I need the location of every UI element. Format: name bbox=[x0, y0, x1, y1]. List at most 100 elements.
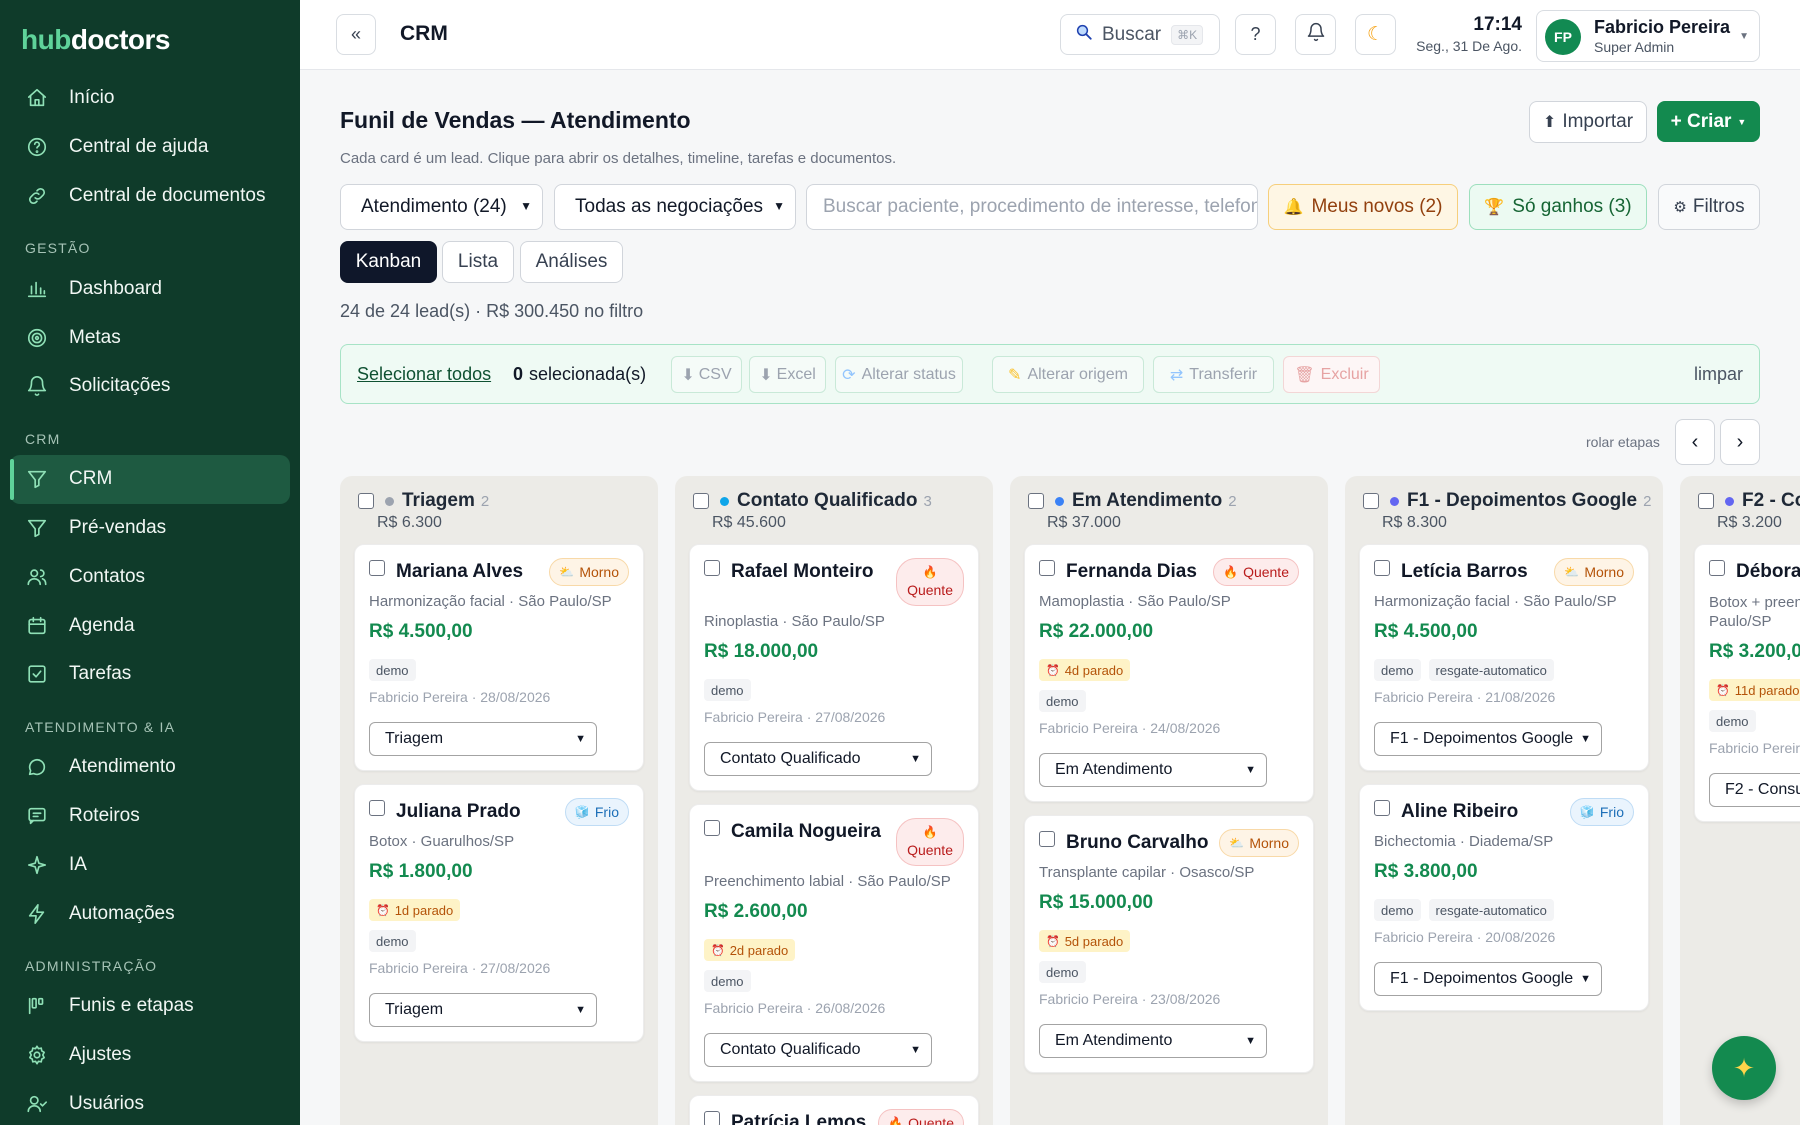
lead-card[interactable]: Camila Nogueira 🔥 Quente Preenchimento labi… bbox=[689, 804, 979, 1082]
my-new-filter[interactable]: 🔔 Meus novos (2) bbox=[1268, 184, 1458, 230]
tag: resgate-automatico bbox=[1428, 659, 1554, 681]
tab-analises[interactable]: Análises bbox=[520, 241, 623, 283]
chat-icon bbox=[25, 755, 49, 779]
sidebar-item-crm[interactable]: CRM bbox=[10, 454, 290, 504]
lead-select-checkbox[interactable] bbox=[704, 560, 720, 576]
lead-card[interactable]: Patrícia Lemos🔥QuenteLipo HD · Santo And… bbox=[689, 1095, 979, 1125]
temperature-badge: 🔥 Quente bbox=[896, 818, 964, 866]
sidebar: hubdoctors Início Central de ajuda Central… bbox=[0, 0, 300, 1125]
export-csv-button[interactable]: ⬇ CSV bbox=[671, 356, 742, 393]
help-circle-icon bbox=[25, 135, 49, 159]
stage-select[interactable]: Triagem ▼ bbox=[369, 722, 597, 756]
stage-select[interactable]: Contato Qualificado ▼ bbox=[704, 742, 932, 776]
notifications-button[interactable] bbox=[1295, 14, 1336, 55]
lead-card[interactable]: Aline Ribeiro 🧊 Frio Bichectomia · Diadema/… bbox=[1359, 784, 1649, 1011]
sidebar-item-usu-rios[interactable]: Usuários bbox=[10, 1080, 290, 1125]
user-menu[interactable]: FP Fabricio Pereira Super Admin ▼ bbox=[1536, 10, 1760, 62]
sidebar-item-agenda[interactable]: Agenda bbox=[10, 601, 290, 650]
stage-select[interactable]: Triagem ▼ bbox=[369, 993, 597, 1027]
lead-search-input[interactable]: Buscar paciente, procedimento de interes… bbox=[806, 184, 1258, 230]
scroll-right-button[interactable]: › bbox=[1720, 419, 1760, 465]
sidebar-item-central-de-documentos[interactable]: Central de documentos bbox=[10, 172, 290, 221]
column-select-checkbox[interactable] bbox=[693, 493, 709, 509]
stage-select[interactable]: Em Atendimento ▼ bbox=[1039, 753, 1267, 787]
sidebar-item-metas[interactable]: Metas bbox=[10, 313, 290, 362]
temperature-label: Quente bbox=[907, 842, 953, 858]
change-origin-button[interactable]: ✎ Alterar origem bbox=[992, 356, 1144, 393]
help-button[interactable]: ? bbox=[1235, 14, 1276, 55]
lead-select-checkbox[interactable] bbox=[1374, 560, 1390, 576]
stage-select[interactable]: Contato Qualificado ▼ bbox=[704, 1033, 932, 1067]
app-logo[interactable]: hubdoctors bbox=[21, 24, 171, 56]
change-status-button[interactable]: ⟳ Alterar status bbox=[835, 356, 963, 393]
temperature-label: Quente bbox=[1243, 564, 1289, 580]
sidebar-item-tarefas[interactable]: Tarefas bbox=[10, 650, 290, 699]
won-only-filter[interactable]: 🏆 Só ganhos (3) bbox=[1469, 184, 1647, 230]
sidebar-item-central-de-ajuda[interactable]: Central de ajuda bbox=[10, 123, 290, 172]
stage-select[interactable]: Em Atendimento ▼ bbox=[1039, 1024, 1267, 1058]
lead-card[interactable]: Letícia Barros ⛅ Morno Harmonização facial … bbox=[1359, 544, 1649, 771]
ai-assistant-button[interactable]: ✦ bbox=[1712, 1036, 1776, 1100]
stage-select[interactable]: F1 - Depoimentos Google ▼ bbox=[1374, 962, 1602, 996]
column-select-checkbox[interactable] bbox=[1028, 493, 1044, 509]
column-title: Triagem 2 bbox=[402, 490, 489, 512]
lead-owner-date: Fabricio Pereira · 26/08/2026 bbox=[704, 1000, 886, 1016]
transfer-button[interactable]: ⇄ Transferir bbox=[1153, 356, 1274, 393]
lead-card[interactable]: Bruno Carvalho ⛅ Morno Transplante capilar … bbox=[1024, 815, 1314, 1073]
column-select-checkbox[interactable] bbox=[1363, 493, 1379, 509]
sidebar-item-ia[interactable]: IA bbox=[10, 840, 290, 889]
lead-card[interactable]: Fernanda Dias 🔥 Quente Mamoplastia · São Pa… bbox=[1024, 544, 1314, 802]
tab-lista[interactable]: Lista bbox=[442, 241, 514, 283]
moon-icon: ☾ bbox=[1366, 24, 1385, 45]
clear-selection-link[interactable]: limpar bbox=[1694, 364, 1743, 385]
select-all-link[interactable]: Selecionar todos bbox=[357, 364, 491, 385]
sidebar-item-pr-vendas[interactable]: Pré-vendas bbox=[10, 504, 290, 553]
collapse-sidebar-button[interactable]: « bbox=[336, 14, 376, 55]
lead-tags: demo bbox=[369, 659, 416, 681]
stalled-badge: ⏰ 5d parado bbox=[1039, 930, 1131, 952]
transfer-icon: ⇄ bbox=[1169, 366, 1184, 384]
lead-select-checkbox[interactable] bbox=[369, 560, 385, 576]
stage-select[interactable]: F2 - Consulta▼ bbox=[1709, 773, 1800, 807]
lead-card[interactable]: Mariana Alves ⛅ Morno Harmonização facial ·… bbox=[354, 544, 644, 771]
delete-button[interactable]: 🗑 Excluir bbox=[1283, 356, 1380, 393]
tab-kanban[interactable]: Kanban bbox=[340, 241, 437, 283]
import-button[interactable]: ⬆ Importar bbox=[1529, 101, 1647, 143]
stage-dot bbox=[1725, 497, 1734, 506]
sidebar-item-funis-e-etapas[interactable]: Funis e etapas bbox=[10, 982, 290, 1031]
lead-select-checkbox[interactable] bbox=[704, 1111, 720, 1125]
sidebar-item-in-cio[interactable]: Início bbox=[10, 74, 290, 123]
sidebar-item-solicita-es[interactable]: Solicitações bbox=[10, 362, 290, 411]
theme-toggle-button[interactable]: ☾ bbox=[1355, 14, 1396, 55]
create-button[interactable]: + Criar ▼ bbox=[1657, 101, 1760, 142]
lead-select-checkbox[interactable] bbox=[1039, 560, 1055, 576]
sidebar-item-dashboard[interactable]: Dashboard bbox=[10, 264, 290, 313]
stage-select[interactable]: F1 - Depoimentos Google ▼ bbox=[1374, 722, 1602, 756]
lead-select-checkbox[interactable] bbox=[1374, 800, 1390, 816]
export-excel-button[interactable]: ⬇ Excel bbox=[749, 356, 826, 393]
sidebar-item-atendimento[interactable]: Atendimento bbox=[10, 743, 290, 792]
lead-card[interactable]: Débora Botox + preenchimento · São Paulo/… bbox=[1694, 544, 1800, 822]
filters-button[interactable]: ⚙ Filtros bbox=[1658, 184, 1760, 230]
lead-tags: demo bbox=[704, 970, 751, 992]
scroll-left-button[interactable]: ‹ bbox=[1675, 419, 1715, 465]
column-select-checkbox[interactable] bbox=[1698, 493, 1714, 509]
sidebar-item-roteiros[interactable]: Roteiros bbox=[10, 792, 290, 841]
lead-select-checkbox[interactable] bbox=[1709, 560, 1725, 576]
lead-select-checkbox[interactable] bbox=[704, 820, 720, 836]
lead-card[interactable]: Juliana Prado 🧊 Frio Botox · Guarulhos/SP R$… bbox=[354, 784, 644, 1042]
global-search[interactable]: Buscar ⌘K bbox=[1060, 14, 1220, 55]
funnel-select[interactable]: Atendimento (24) ▼ bbox=[340, 184, 543, 230]
tag: demo bbox=[704, 970, 751, 992]
sidebar-item-contatos[interactable]: Contatos bbox=[10, 552, 290, 601]
lead-card[interactable]: Rafael Monteiro 🔥 Quente Rinoplastia · São … bbox=[689, 544, 979, 791]
lead-select-checkbox[interactable] bbox=[1039, 831, 1055, 847]
lead-owner-date: Fabricio Pereira bbox=[1709, 740, 1800, 756]
deals-select[interactable]: Todas as negociações ▼ bbox=[554, 184, 796, 230]
sidebar-item-ajustes[interactable]: Ajustes bbox=[10, 1031, 290, 1080]
stage-select-value: F1 - Depoimentos Google bbox=[1390, 970, 1574, 987]
column-select-checkbox[interactable] bbox=[358, 493, 374, 509]
sidebar-item-automa-es[interactable]: Automações bbox=[10, 889, 290, 938]
checkbox-icon bbox=[25, 662, 49, 686]
lead-select-checkbox[interactable] bbox=[369, 800, 385, 816]
